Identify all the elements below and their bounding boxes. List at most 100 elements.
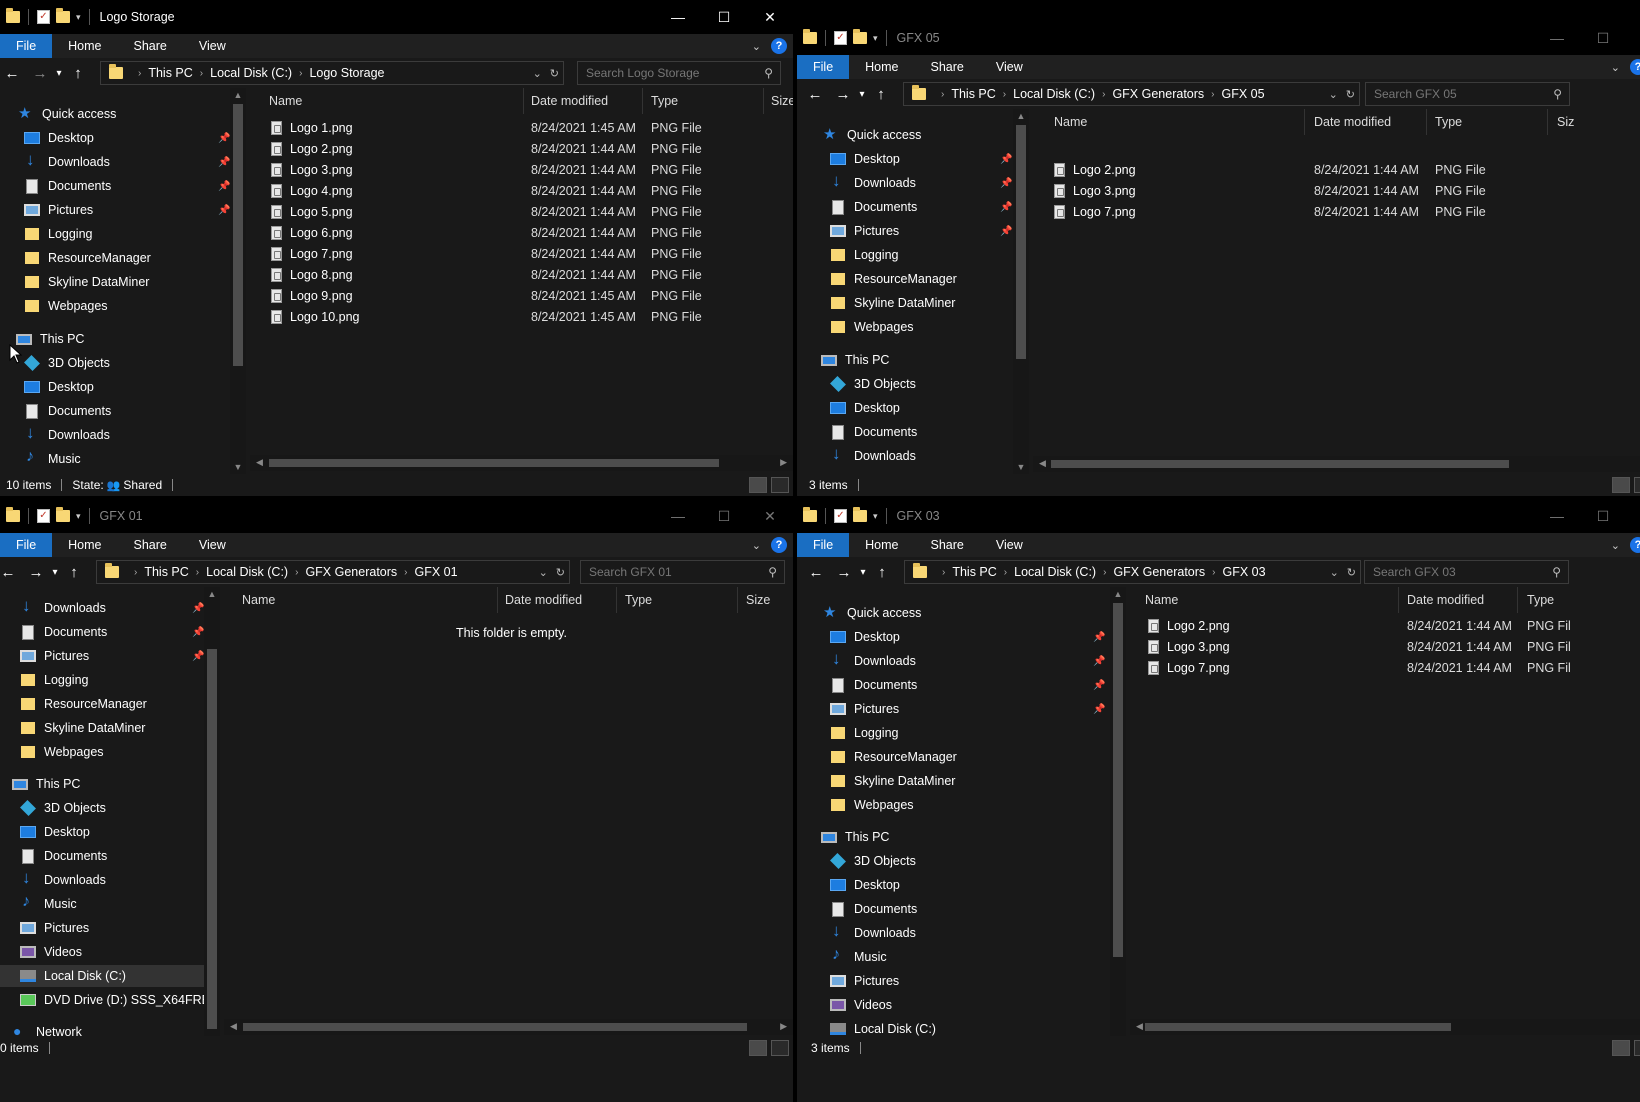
tab-view[interactable]: View bbox=[183, 533, 242, 557]
scroll-thumb[interactable] bbox=[269, 459, 719, 467]
minimize-button[interactable]: — bbox=[1534, 499, 1580, 533]
nav-music[interactable]: Music bbox=[830, 946, 887, 968]
nav-this-pc[interactable]: This PC bbox=[821, 349, 889, 371]
tab-view[interactable]: View bbox=[980, 533, 1039, 557]
title-bar[interactable]: ✓ ▾ Logo Storage — ☐ ✕ bbox=[0, 0, 793, 34]
scroll-thumb[interactable] bbox=[1145, 1023, 1451, 1031]
nav-documents[interactable]: Documents bbox=[24, 175, 111, 197]
nav-desktop[interactable]: Desktop bbox=[830, 874, 900, 896]
tab-share[interactable]: Share bbox=[118, 533, 183, 557]
file-row[interactable]: Logo 2.png 8/24/2021 1:44 AM PNG File bbox=[271, 138, 771, 159]
up-button[interactable]: ↑ bbox=[870, 564, 894, 581]
expand-ribbon-icon[interactable]: ⌄ bbox=[1611, 61, 1620, 74]
breadcrumb-gfx-01[interactable]: GFX 01 bbox=[415, 565, 458, 579]
breadcrumb-logo-storage[interactable]: Logo Storage bbox=[309, 66, 384, 80]
nav-downloads[interactable]: Downloads bbox=[830, 171, 916, 194]
file-row[interactable]: Logo 8.png 8/24/2021 1:44 AM PNG File bbox=[271, 264, 771, 285]
maximize-button[interactable]: ☐ bbox=[701, 0, 747, 34]
scroll-left-icon[interactable]: ◀ bbox=[1039, 458, 1046, 469]
nav-skyline-dataminer[interactable]: Skyline DataMiner bbox=[830, 292, 955, 314]
nav-videos[interactable]: Videos bbox=[830, 994, 892, 1016]
large-icons-view-button[interactable] bbox=[1634, 477, 1640, 493]
nav-documents[interactable]: Documents bbox=[20, 621, 107, 643]
forward-button[interactable]: → bbox=[28, 65, 52, 82]
refresh-icon[interactable]: ↻ bbox=[1347, 566, 1356, 579]
scroll-left-icon[interactable]: ◀ bbox=[230, 1021, 237, 1032]
refresh-icon[interactable]: ↻ bbox=[556, 566, 565, 579]
back-button[interactable]: ← bbox=[803, 86, 827, 103]
file-row[interactable]: Logo 7.png 8/24/2021 1:44 AM PNG Fil bbox=[1148, 657, 1640, 678]
tab-home[interactable]: Home bbox=[52, 533, 117, 557]
nav-downloads[interactable]: Downloads bbox=[20, 868, 106, 891]
search-input[interactable]: Search GFX 01 ⚲ bbox=[580, 560, 785, 584]
refresh-icon[interactable]: ↻ bbox=[550, 67, 559, 80]
breadcrumb-gfx-05[interactable]: GFX 05 bbox=[1222, 87, 1265, 101]
nav-downloads[interactable]: Downloads bbox=[24, 423, 110, 446]
nav-resourcemanager[interactable]: ResourceManager bbox=[20, 693, 147, 715]
column-header-date[interactable]: Date modified bbox=[531, 88, 608, 114]
nav-pictures[interactable]: Pictures bbox=[830, 698, 899, 720]
file-row[interactable]: Logo 7.png 8/24/2021 1:44 AM PNG File bbox=[271, 243, 771, 264]
tab-share[interactable]: Share bbox=[118, 34, 183, 58]
nav-logging[interactable]: Logging bbox=[24, 223, 93, 245]
recent-locations-button[interactable]: ▾ bbox=[855, 89, 869, 100]
nav-desktop[interactable]: Desktop bbox=[830, 148, 900, 170]
breadcrumb-local-disk[interactable]: Local Disk (C:) bbox=[210, 66, 292, 80]
nav-pictures[interactable]: Pictures bbox=[830, 970, 899, 992]
close-button[interactable]: ✕ bbox=[747, 499, 793, 533]
nav-documents[interactable]: Documents bbox=[20, 845, 107, 867]
file-row[interactable]: Logo 4.png 8/24/2021 1:44 AM PNG File bbox=[271, 180, 771, 201]
breadcrumb-gfx-03[interactable]: GFX 03 bbox=[1223, 565, 1266, 579]
properties-icon[interactable]: ✓ bbox=[834, 509, 847, 523]
file-row[interactable]: Logo 3.png 8/24/2021 1:44 AM PNG File bbox=[271, 159, 771, 180]
large-icons-view-button[interactable] bbox=[771, 477, 789, 493]
tab-share[interactable]: Share bbox=[915, 533, 980, 557]
address-bar[interactable]: › This PC › Local Disk (C:) › GFX Genera… bbox=[96, 560, 570, 584]
recent-locations-button[interactable]: ▾ bbox=[48, 567, 62, 578]
nav-documents[interactable]: Documents bbox=[830, 196, 917, 218]
scroll-down-icon[interactable]: ▼ bbox=[230, 462, 246, 472]
nav-downloads[interactable]: Downloads bbox=[830, 444, 916, 467]
tab-file[interactable]: File bbox=[797, 533, 850, 557]
nav-scrollbar[interactable]: ▲ ▼ bbox=[230, 88, 246, 474]
address-dropdown-icon[interactable]: ⌄ bbox=[539, 566, 548, 579]
details-view-button[interactable] bbox=[749, 477, 767, 493]
help-icon[interactable]: ? bbox=[771, 38, 787, 54]
scroll-thumb[interactable] bbox=[1016, 125, 1026, 359]
nav-resourcemanager[interactable]: ResourceManager bbox=[24, 247, 151, 269]
up-button[interactable]: ↑ bbox=[62, 564, 86, 581]
up-button[interactable]: ↑ bbox=[869, 86, 893, 103]
scroll-up-icon[interactable]: ▲ bbox=[1013, 111, 1029, 121]
tab-share[interactable]: Share bbox=[915, 55, 980, 79]
properties-icon[interactable]: ✓ bbox=[37, 509, 50, 523]
nav-local-disk[interactable]: Local Disk (C:) bbox=[0, 965, 204, 987]
nav-documents[interactable]: Documents bbox=[830, 898, 917, 920]
column-header-type[interactable]: Type bbox=[651, 88, 678, 114]
nav-downloads[interactable]: Downloads bbox=[830, 921, 916, 944]
nav-resourcemanager[interactable]: ResourceManager bbox=[830, 268, 957, 290]
breadcrumb-local-disk[interactable]: Local Disk (C:) bbox=[1014, 565, 1096, 579]
tab-home[interactable]: Home bbox=[849, 533, 914, 557]
nav-desktop[interactable]: Desktop bbox=[24, 127, 94, 149]
breadcrumb-gfx-generators[interactable]: GFX Generators bbox=[1113, 565, 1205, 579]
close-button[interactable]: ✕ bbox=[747, 0, 793, 34]
nav-music[interactable]: Music bbox=[24, 448, 81, 470]
help-icon[interactable]: ? bbox=[771, 537, 787, 553]
nav-3d-objects[interactable]: 3D Objects bbox=[830, 850, 916, 872]
tab-file[interactable]: File bbox=[0, 34, 53, 58]
breadcrumb-this-pc[interactable]: This PC bbox=[148, 66, 192, 80]
file-row[interactable]: Logo 1.png 8/24/2021 1:45 AM PNG File bbox=[271, 117, 771, 138]
minimize-button[interactable]: — bbox=[1534, 21, 1580, 55]
horizontal-scrollbar[interactable]: ◀ bbox=[1033, 456, 1640, 472]
forward-button[interactable]: → bbox=[24, 564, 48, 581]
tab-file[interactable]: File bbox=[797, 55, 850, 79]
file-row[interactable]: Logo 7.png 8/24/2021 1:44 AM PNG File bbox=[1054, 201, 1614, 222]
nav-quick-access[interactable]: Quick access bbox=[823, 124, 921, 146]
nav-desktop[interactable]: Desktop bbox=[830, 626, 900, 648]
file-row[interactable]: Logo 5.png 8/24/2021 1:44 AM PNG File bbox=[271, 201, 771, 222]
properties-icon[interactable]: ✓ bbox=[37, 10, 50, 24]
scroll-up-icon[interactable]: ▲ bbox=[204, 589, 220, 599]
nav-3d-objects[interactable]: 3D Objects bbox=[830, 373, 916, 395]
refresh-icon[interactable]: ↻ bbox=[1346, 88, 1355, 101]
file-row[interactable]: Logo 3.png 8/24/2021 1:44 AM PNG Fil bbox=[1148, 636, 1640, 657]
